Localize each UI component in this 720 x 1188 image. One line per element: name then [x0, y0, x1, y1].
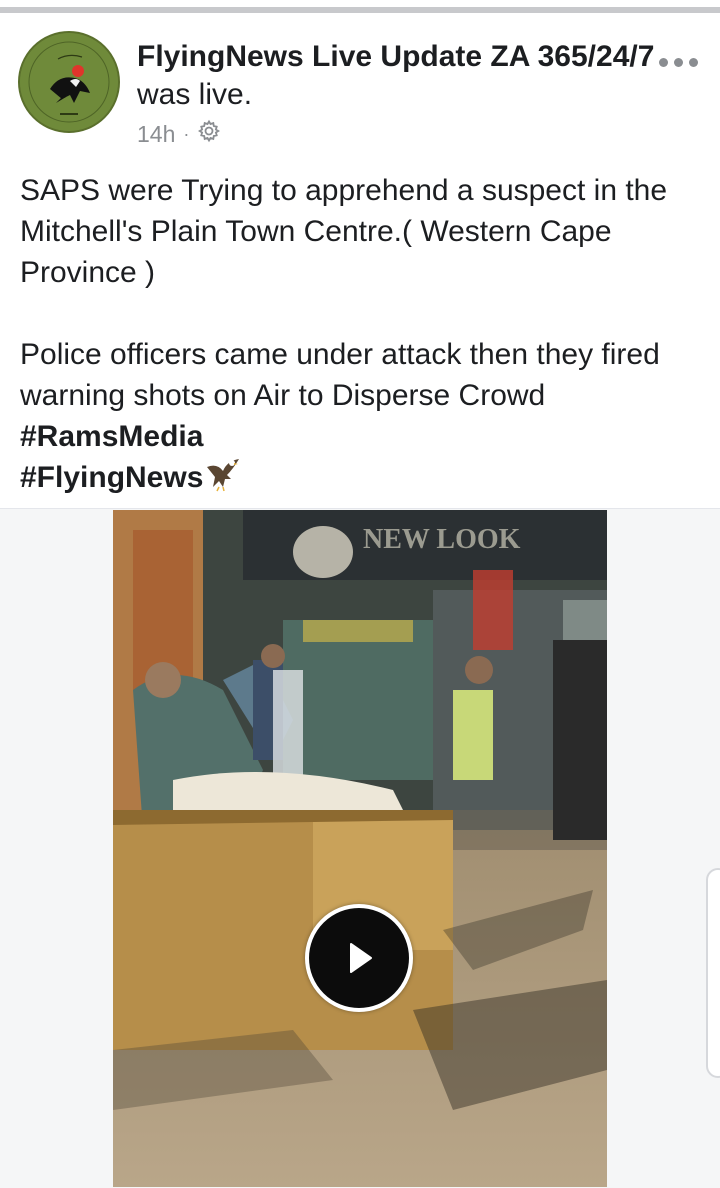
post-meta: 14h ·	[137, 118, 221, 150]
author-name[interactable]: FlyingNews Live Update ZA 365/24/7	[137, 40, 654, 73]
play-icon	[350, 943, 372, 973]
top-divider	[0, 0, 720, 14]
timestamp[interactable]: 14h	[137, 121, 175, 148]
live-status: was live.	[137, 78, 253, 111]
shop-sign-text: NEW LOOK	[363, 524, 521, 555]
meta-separator: ·	[183, 124, 190, 144]
post-body: SAPS were Trying to apprehend a suspect …	[20, 170, 710, 504]
play-button[interactable]	[305, 904, 413, 1012]
side-scroll-handle[interactable]	[706, 868, 720, 1078]
hashtag-link[interactable]: #FlyingNews	[20, 461, 203, 494]
page-name[interactable]: FlyingNews Live Update ZA 365/24/7 was l…	[137, 38, 657, 114]
hashtag-link[interactable]: #RamsMedia	[20, 420, 203, 453]
page-avatar[interactable]	[18, 31, 120, 133]
magpie-logo-icon	[20, 33, 118, 131]
post-text-line: Police officers came under attack then t…	[20, 338, 660, 412]
video-frame: NEW LOOK	[113, 510, 607, 1187]
eagle-icon	[205, 457, 241, 504]
more-options-button[interactable]	[652, 46, 704, 78]
more-horizontal-icon	[658, 57, 668, 67]
post-text-line: SAPS were Trying to apprehend a suspect …	[20, 174, 668, 289]
gear-icon[interactable]	[197, 119, 221, 149]
video-player[interactable]: NEW LOOK	[113, 510, 607, 1187]
